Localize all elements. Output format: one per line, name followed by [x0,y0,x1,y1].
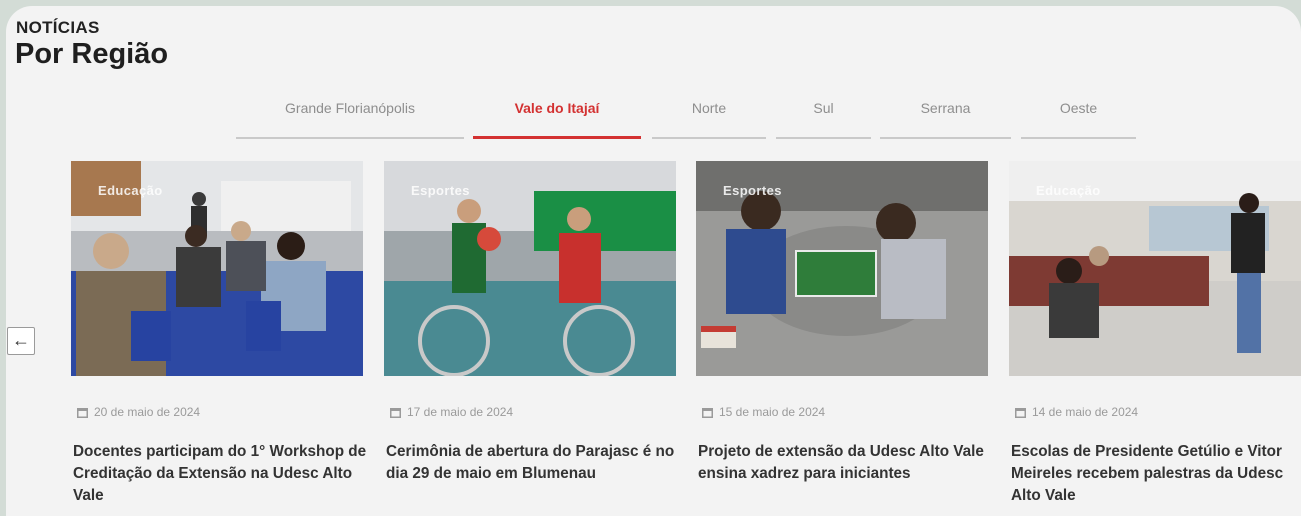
news-title-link[interactable]: Escolas de Presidente Getúlio e Vitor Me… [1011,441,1301,507]
calendar-icon [77,407,88,418]
news-date-text: 20 de maio de 2024 [94,405,201,419]
news-title-link[interactable]: Projeto de extensão da Udesc Alto Vale e… [698,441,998,485]
news-date-text: 15 de maio de 2024 [719,405,826,419]
tab-grande-florianopolis[interactable]: Grande Florianópolis [236,100,464,140]
news-date: 20 de maio de 2024 [77,405,200,419]
news-date-text: 14 de maio de 2024 [1032,405,1139,419]
tab-label: Serrana [920,100,971,116]
section-title: Por Região [15,38,169,70]
calendar-icon [390,407,401,418]
tab-underline-active [473,136,641,139]
news-title-link[interactable]: Docentes participam do 1° Workshop de Cr… [73,441,373,507]
news-date-text: 17 de maio de 2024 [407,405,514,419]
news-title-link[interactable]: Cerimônia de abertura do Parajasc é no d… [386,441,686,485]
tab-sul[interactable]: Sul [776,100,871,140]
calendar-icon [1015,407,1026,418]
category-tag: Esportes [411,183,470,198]
news-image[interactable]: Educação [71,161,363,376]
category-tag: Educação [98,183,163,198]
tab-underline [776,137,871,139]
tab-underline [652,137,766,139]
tab-underline [880,137,1011,139]
news-image[interactable]: Esportes [696,161,988,376]
category-tag: Esportes [723,183,782,198]
tab-label: Sul [813,100,834,116]
news-card: Esportes 17 de maio de 2024 Cerimônia de… [384,161,676,482]
tab-label: Oeste [1059,100,1098,116]
tab-label: Norte [691,100,727,116]
section-eyebrow: NOTÍCIAS [16,18,100,37]
tab-underline [236,137,464,139]
arrow-left-icon: ← [12,330,30,350]
tab-serrana[interactable]: Serrana [880,100,1011,140]
calendar-icon [702,407,713,418]
news-date: 15 de maio de 2024 [702,405,825,419]
category-tag: Educação [1036,183,1101,198]
tab-vale-do-itajai[interactable]: Vale do Itajaí [473,100,641,140]
tab-label: Vale do Itajaí [514,100,600,116]
tab-underline [1021,137,1136,139]
tab-oeste[interactable]: Oeste [1021,100,1136,140]
news-card: Esportes 15 de maio de 2024 Projeto de e… [696,161,988,482]
tab-label: Grande Florianópolis [285,100,415,116]
news-image[interactable]: Educação [1009,161,1301,376]
news-image[interactable]: Esportes [384,161,676,376]
news-card: Educação 14 de maio de 2024 Escolas de P… [1009,161,1301,504]
news-date: 17 de maio de 2024 [390,405,513,419]
carousel-prev-button[interactable]: ← [7,327,35,355]
news-date: 14 de maio de 2024 [1015,405,1138,419]
tab-norte[interactable]: Norte [652,100,766,140]
news-card: Educação 20 de maio de 2024 Docentes par… [71,161,366,504]
